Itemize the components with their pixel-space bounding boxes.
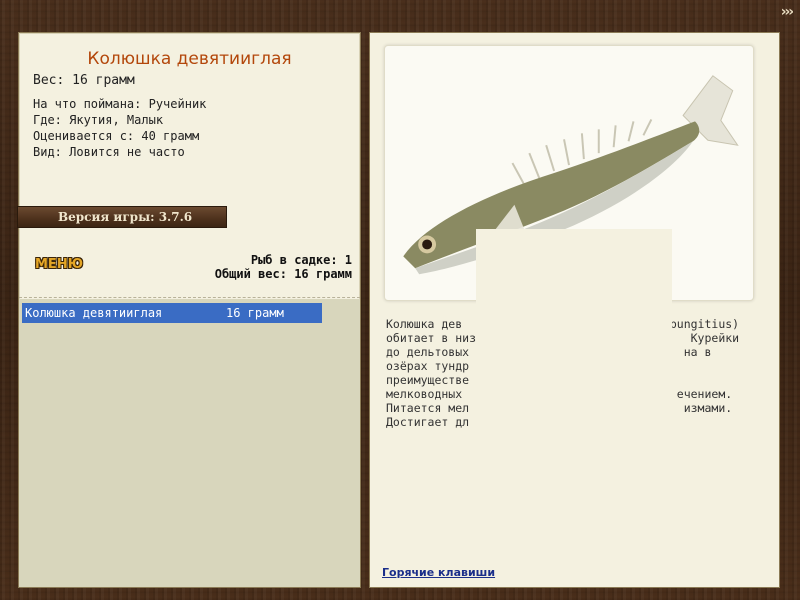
keepnet-count: Рыб в садке: 1	[250, 253, 352, 267]
fish-weight: Вес: 16 грамм	[33, 73, 135, 88]
fish-info-panel: Колюшка девятииглая Вес: 16 грамм На что…	[17, 32, 361, 588]
keepnet-stats: Рыб в садке: 1 Общий вес: 16 грамм	[215, 253, 352, 281]
fish-title: Колюшка девятииглая	[87, 49, 292, 69]
fish-details: На что поймана: Ручейник Где: Якутия, Ма…	[33, 96, 206, 160]
catch-list[interactable]: Колюшка девятииглая 16 грамм	[19, 299, 360, 587]
next-arrows-icon[interactable]: ›››	[781, 4, 794, 20]
divider	[19, 297, 360, 298]
keepnet-total-weight: Общий вес: 16 грамм	[214, 267, 352, 281]
hotkeys-link[interactable]: Горячие клавиши	[382, 566, 495, 579]
location-info: Где: Якутия, Малык	[33, 113, 164, 127]
fish-description-panel: Колюшка дев pungitius) обитает в низ Кур…	[369, 32, 780, 588]
popup-occlusion	[476, 229, 672, 459]
bait-info: На что поймана: Ручейник	[33, 97, 207, 111]
frequency-info: Вид: Ловится не часто	[33, 145, 185, 159]
menu-button[interactable]: МЕНЮ	[35, 257, 83, 272]
game-version-bar: Версия игры: 3.7.6	[17, 206, 227, 228]
valued-from-info: Оценивается с: 40 грамм	[33, 129, 200, 143]
catch-item-weight: 16 грамм	[226, 306, 284, 320]
catch-item-name: Колюшка девятииглая	[25, 306, 163, 320]
catch-list-item[interactable]: Колюшка девятииглая 16 грамм	[22, 303, 322, 323]
